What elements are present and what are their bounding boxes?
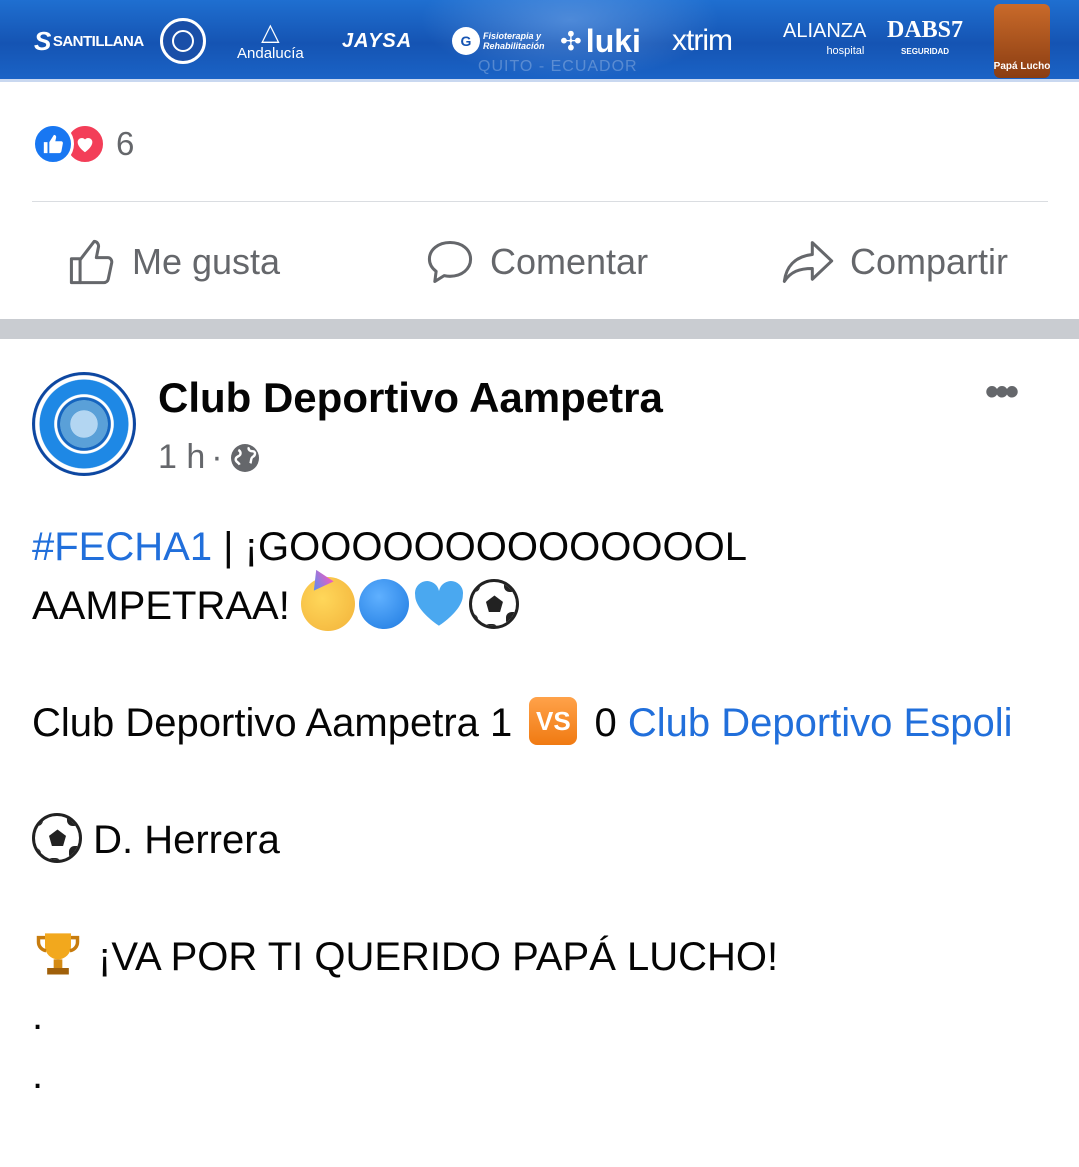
blue-circle-emoji-icon: [358, 579, 409, 630]
post-headline-line2: AAMPETRAA!: [32, 577, 1042, 636]
post-score-line: Club Deportivo Aampetra 1 VS 0 Club Depo…: [32, 694, 1042, 753]
more-options-button[interactable]: •••: [985, 372, 1019, 412]
sponsor-banner: QUITO - ECUADOR S SANTILLANA △ Andalucía J…: [0, 0, 1079, 82]
trophy-emoji-icon: [36, 933, 80, 975]
like-icon: [32, 123, 74, 165]
share-arrow-icon: [782, 241, 834, 283]
soccer-ball-emoji-icon: [468, 579, 519, 630]
divider: [32, 201, 1048, 202]
reactions-summary[interactable]: 6: [32, 122, 134, 166]
sponsor-jaysa: JAYSA: [342, 29, 413, 52]
thumbs-up-icon: [69, 239, 114, 285]
blue-heart-emoji-icon: [414, 581, 463, 627]
like-label: Me gusta: [132, 241, 281, 282]
comment-bubble-icon: [427, 240, 473, 284]
hashtag-link[interactable]: #FECHA1: [32, 525, 212, 569]
share-label: Compartir: [850, 241, 1009, 282]
sponsor-xtrim: xtrim: [672, 24, 733, 57]
post-author-name[interactable]: Club Deportivo Aampetra: [158, 374, 663, 422]
post-dot-1: .: [32, 994, 44, 1038]
feed-separator: [0, 319, 1079, 339]
sponsor-andalucia: △ Andalucía: [237, 18, 304, 62]
post-dot-2: .: [32, 1053, 44, 1097]
post-body: #FECHA1 | ¡GOOOOOOOOOOOOOOL AAMPETRAA! C…: [32, 518, 1042, 1105]
like-button[interactable]: Me gusta: [66, 232, 280, 292]
sponsor-badge-logo: [160, 0, 206, 79]
post-scorer-line: D. Herrera: [32, 811, 1042, 870]
post-dedication-line: ¡VA POR TI QUERIDO PAPÁ LUCHO!: [32, 928, 1042, 987]
globe-icon: [230, 443, 259, 472]
sponsor-dabs7: DABS7 SEGURIDAD: [887, 17, 964, 56]
post-time[interactable]: 1 h: [158, 438, 205, 477]
reaction-count: 6: [116, 125, 135, 162]
sponsor-papa-lucho: Papá Lucho: [994, 0, 1050, 79]
comment-label: Comentar: [490, 241, 649, 282]
away-team-link[interactable]: Club Deportivo Espoli: [628, 701, 1013, 745]
page-avatar[interactable]: [32, 372, 136, 476]
sponsor-santillana: S SANTILLANA: [34, 25, 144, 56]
sponsor-fisioterapia: G Fisioterapia y Rehabilitación: [452, 0, 553, 79]
club-crest-icon: [60, 400, 108, 448]
post-meta: 1 h ·: [158, 438, 261, 477]
meta-separator: ·: [211, 438, 223, 476]
sponsor-luki: ✣ luki: [560, 22, 641, 59]
sponsor-alianza: ALIANZA hospital: [783, 20, 867, 57]
post-headline: #FECHA1 | ¡GOOOOOOOOOOOOOOL: [32, 525, 747, 569]
comment-button[interactable]: Comentar: [424, 232, 648, 292]
share-button[interactable]: Compartir: [780, 232, 1008, 292]
soccer-ball-emoji-icon: [32, 813, 82, 864]
vs-emoji-icon: VS: [529, 697, 578, 746]
partying-face-emoji-icon: [300, 577, 355, 632]
